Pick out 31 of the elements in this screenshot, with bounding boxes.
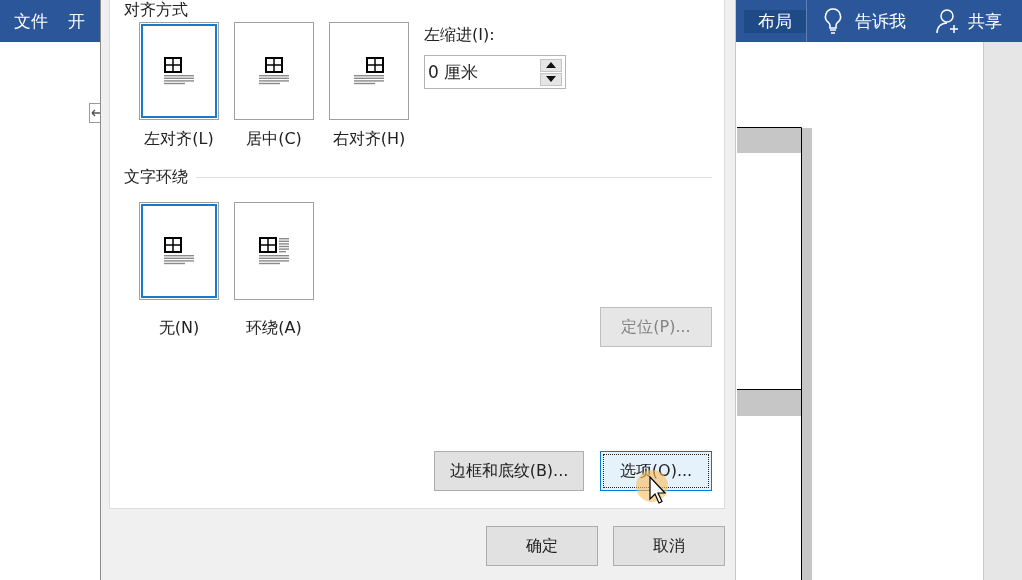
- option-label: 右对齐(H): [332, 129, 406, 149]
- section-title: 文字环绕: [124, 167, 188, 188]
- option-tile[interactable]: [234, 202, 314, 300]
- option-tile[interactable]: [329, 22, 409, 120]
- ok-button[interactable]: 确定: [486, 526, 598, 566]
- indent-label: 左缩进(I):: [424, 25, 496, 45]
- table-align-icon: [354, 57, 384, 85]
- indent-spinner[interactable]: 0 厘米: [424, 55, 566, 89]
- borders-shading-button[interactable]: 边框和底纹(B)...: [434, 451, 584, 491]
- options-button[interactable]: 选项(O)...: [600, 451, 712, 491]
- option-tile[interactable]: [139, 22, 219, 120]
- option-tile[interactable]: [139, 202, 219, 300]
- lightbulb-icon[interactable]: [823, 7, 843, 35]
- table-align-icon: [259, 57, 289, 85]
- indent-field[interactable]: 0 厘米: [428, 62, 528, 82]
- person-add-icon[interactable]: [936, 8, 960, 34]
- section-title: 对齐方式: [124, 1, 189, 19]
- option-label: 无(N): [158, 318, 200, 338]
- option-label: 环绕(A): [246, 318, 302, 338]
- option-tile[interactable]: [234, 22, 314, 120]
- cancel-button[interactable]: 取消: [613, 526, 725, 566]
- share-button[interactable]: 共享: [968, 9, 1002, 33]
- wrap-around-icon: [259, 237, 289, 265]
- option-label: 左对齐(L): [144, 129, 214, 149]
- table-align-icon: [164, 57, 194, 85]
- option-label: 居中(C): [246, 129, 302, 149]
- ribbon-tab[interactable]: 文件: [0, 0, 62, 42]
- ribbon-tab[interactable]: 布局: [744, 9, 806, 33]
- ribbon-tab[interactable]: 开: [62, 0, 93, 42]
- table-align-icon: [164, 237, 194, 265]
- tell-me-label[interactable]: 告诉我: [855, 9, 906, 33]
